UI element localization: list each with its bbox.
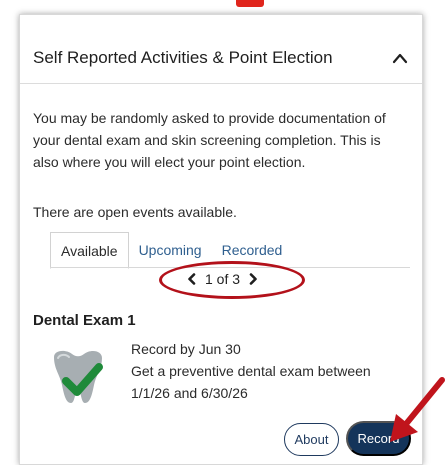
tooth-check-icon <box>54 350 103 403</box>
chevron-left-icon[interactable] <box>187 273 197 285</box>
pager: 1 of 3 <box>187 271 258 287</box>
card-title: Self Reported Activities & Point Electio… <box>33 48 333 67</box>
activity-title: Dental Exam 1 <box>33 312 136 329</box>
activity-description: Get a preventive dental exam between 1/1… <box>131 363 371 401</box>
chevron-right-icon[interactable] <box>248 273 258 285</box>
open-events-text: There are open events available. <box>33 204 237 220</box>
tab-available[interactable]: Available <box>50 232 129 269</box>
record-button[interactable]: Record <box>346 421 411 456</box>
screenshot-stage: Self Reported Activities & Point Electio… <box>0 0 445 465</box>
top-strip <box>0 0 445 14</box>
activity-details: Record by Jun 30 Get a preventive dental… <box>131 338 401 404</box>
chevron-up-icon[interactable] <box>392 52 408 64</box>
record-by-text: Record by Jun 30 <box>131 341 241 357</box>
header-divider <box>20 83 422 84</box>
card-description: You may be randomly asked to provide doc… <box>33 110 386 170</box>
about-button[interactable]: About <box>284 423 339 456</box>
annotation-mark-top <box>236 0 264 7</box>
pager-text: 1 of 3 <box>205 271 241 287</box>
